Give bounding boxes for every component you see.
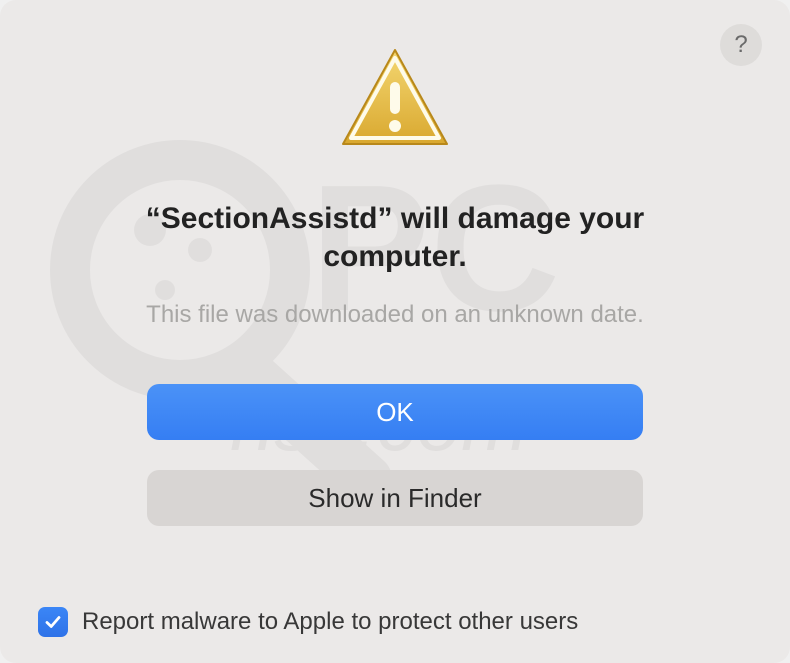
warning-icon bbox=[333, 40, 457, 164]
dialog-subtitle: This file was downloaded on an unknown d… bbox=[146, 299, 644, 330]
gatekeeper-dialog: PC risk.com ? “SectionAssistd” bbox=[0, 0, 790, 663]
dialog-title: “SectionAssistd” will damage your comput… bbox=[95, 200, 695, 275]
show-in-finder-button[interactable]: Show in Finder bbox=[147, 470, 643, 526]
help-icon: ? bbox=[734, 31, 747, 59]
dialog-content: “SectionAssistd” will damage your comput… bbox=[38, 32, 752, 526]
ok-button[interactable]: OK bbox=[147, 384, 643, 440]
report-malware-label: Report malware to Apple to protect other… bbox=[82, 608, 578, 636]
checkmark-icon bbox=[43, 612, 63, 632]
report-malware-row: Report malware to Apple to protect other… bbox=[38, 607, 578, 637]
report-malware-checkbox[interactable] bbox=[38, 607, 68, 637]
help-button[interactable]: ? bbox=[720, 24, 762, 66]
